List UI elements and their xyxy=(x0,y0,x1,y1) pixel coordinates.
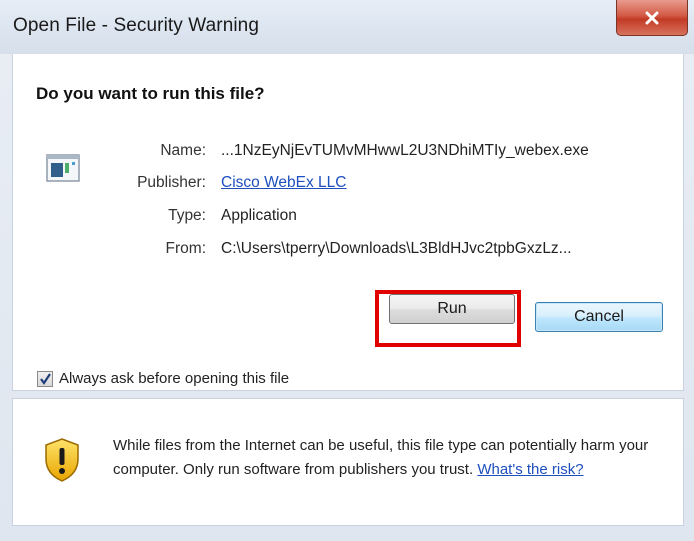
warning-shield-icon xyxy=(45,438,79,482)
security-warning-dialog: Open File - Security Warning Do you want… xyxy=(0,0,694,541)
file-name-row: Name: ...1NzEyNjEvTUMvMHwwL2U3NDhiMTIy_w… xyxy=(13,142,588,164)
file-name-value: ...1NzEyNjEvTUMvMHwwL2U3NDhiMTIy_webex.e… xyxy=(221,142,589,159)
run-button-highlight xyxy=(375,290,521,347)
always-ask-label[interactable]: Always ask before opening this file xyxy=(59,370,289,387)
cancel-button[interactable]: Cancel xyxy=(535,302,663,332)
whats-the-risk-link[interactable]: What's the risk? xyxy=(477,461,583,478)
from-row: From: C:\Users\tperry\Downloads\L3BldHJv… xyxy=(13,240,572,262)
dialog-question: Do you want to run this file? xyxy=(36,84,265,103)
warning-panel: While files from the Internet can be use… xyxy=(12,398,684,526)
type-value: Application xyxy=(221,207,297,224)
from-label: From: xyxy=(165,240,206,257)
type-row: Type: Application xyxy=(13,207,413,229)
file-name-label: Name: xyxy=(160,142,206,159)
type-label: Type: xyxy=(168,207,206,224)
window-title: Open File - Security Warning xyxy=(13,15,260,36)
publisher-link[interactable]: Cisco WebEx LLC xyxy=(221,174,346,192)
title-bar[interactable]: Open File - Security Warning xyxy=(0,0,694,54)
dialog-content: Do you want to run this file? Name: ...1… xyxy=(12,54,684,391)
publisher-row: Publisher: Cisco WebEx LLC xyxy=(13,174,413,196)
close-icon xyxy=(645,11,659,24)
from-value: C:\Users\tperry\Downloads\L3BldHJvc2tpbG… xyxy=(221,240,572,257)
close-button[interactable] xyxy=(616,0,688,36)
checkmark-icon xyxy=(40,373,51,385)
warning-message: While files from the Internet can be use… xyxy=(113,434,673,482)
always-ask-checkbox[interactable] xyxy=(37,371,53,387)
publisher-label: Publisher: xyxy=(137,174,206,191)
